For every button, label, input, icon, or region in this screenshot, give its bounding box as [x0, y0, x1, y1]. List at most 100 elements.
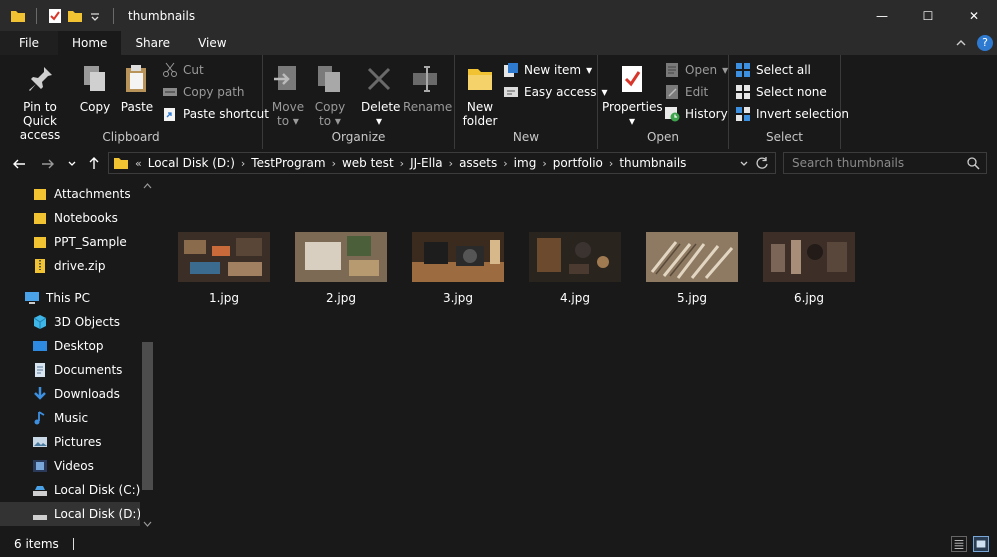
search-icon[interactable] — [966, 156, 980, 170]
breadcrumb-separator[interactable]: › — [332, 157, 336, 170]
file-item-1[interactable]: 1.jpg — [178, 232, 270, 305]
breadcrumb-separator[interactable]: › — [503, 157, 507, 170]
cut-button[interactable]: Cut — [162, 60, 204, 80]
breadcrumb-separator[interactable]: › — [400, 157, 404, 170]
breadcrumb-assets[interactable]: assets — [459, 156, 497, 170]
title-bar: thumbnails — ☐ ✕ — [0, 0, 997, 31]
easy-access-button[interactable]: Easy access ▾ — [503, 82, 608, 102]
new-folder-button[interactable]: New folder — [461, 63, 499, 128]
sidebar-item-documents[interactable]: Documents — [32, 358, 122, 382]
copy-label: Copy — [79, 100, 111, 114]
scroll-up-arrow-icon[interactable] — [143, 182, 152, 190]
details-view-icon[interactable] — [951, 536, 967, 552]
breadcrumb-jj-ella[interactable]: JJ-Ella — [410, 156, 443, 170]
new-folder-icon[interactable] — [67, 8, 83, 24]
recent-locations-chevron-icon[interactable] — [67, 159, 77, 169]
rename-button[interactable]: Rename — [403, 63, 452, 114]
drive-icon — [33, 486, 47, 496]
new-item-dropdown-icon: ▾ — [586, 63, 593, 77]
file-item-4[interactable]: 4.jpg — [529, 232, 621, 305]
collapse-ribbon-icon[interactable] — [955, 37, 967, 49]
sidebar-item-label: Attachments — [54, 187, 131, 201]
breadcrumb-thumbnails[interactable]: thumbnails — [619, 156, 686, 170]
file-item-2[interactable]: 2.jpg — [295, 232, 387, 305]
documents-icon — [35, 363, 45, 377]
properties-icon[interactable] — [47, 8, 63, 24]
paste-shortcut-button[interactable]: Paste shortcut — [162, 104, 269, 124]
large-icons-view-icon[interactable] — [973, 536, 989, 552]
breadcrumb-overflow[interactable]: « — [135, 157, 142, 170]
navigation-pane[interactable]: Attachments Notebooks PPT_Sample drive.z… — [0, 180, 156, 530]
tab-home[interactable]: Home — [58, 31, 122, 55]
forward-arrow-icon[interactable] — [41, 157, 55, 171]
up-arrow-icon[interactable] — [87, 156, 101, 170]
new-item-button[interactable]: New item ▾ — [503, 60, 592, 80]
history-icon — [665, 107, 680, 122]
sidebar-item-pictures[interactable]: Pictures — [32, 430, 102, 454]
move-to-button[interactable]: Move to ▾ — [271, 63, 305, 128]
delete-button[interactable]: Delete ▾ — [361, 63, 400, 128]
sidebar-item-drive-zip[interactable]: drive.zip — [32, 254, 105, 278]
sidebar-item-attachments[interactable]: Attachments — [32, 182, 131, 206]
sidebar-item-local-disk-d[interactable]: Local Disk (D:) — [0, 502, 141, 526]
paste-button[interactable]: Paste — [118, 63, 156, 114]
chevron-down-icon[interactable] — [87, 8, 103, 24]
breadcrumb-portfolio[interactable]: portfolio — [553, 156, 603, 170]
minimize-button[interactable]: — — [859, 0, 905, 31]
tab-view[interactable]: View — [184, 31, 240, 55]
address-bar[interactable]: « Local Disk (D:) › TestProgram › web te… — [108, 152, 776, 174]
folder-icon — [34, 189, 46, 200]
close-button[interactable]: ✕ — [951, 0, 997, 31]
help-button[interactable]: ? — [977, 35, 993, 51]
breadcrumb-local-disk[interactable]: Local Disk (D:) — [148, 156, 235, 170]
sidebar-item-desktop[interactable]: Desktop — [32, 334, 104, 358]
sidebar-scrollbar-thumb[interactable] — [142, 342, 153, 490]
breadcrumb-web-test[interactable]: web test — [342, 156, 394, 170]
properties-button[interactable]: Properties ▾ — [602, 63, 663, 128]
sidebar-item-label: Documents — [54, 363, 123, 377]
drive-icon — [33, 515, 47, 520]
window-controls: — ☐ ✕ — [859, 0, 997, 31]
file-name: 3.jpg — [442, 291, 474, 305]
music-icon — [34, 411, 45, 425]
select-all-button[interactable]: Select all — [735, 60, 811, 80]
history-label: History — [685, 107, 728, 121]
scroll-down-arrow-icon[interactable] — [143, 520, 152, 528]
copy-path-button[interactable]: Copy path — [162, 82, 245, 102]
file-item-5[interactable]: 5.jpg — [646, 232, 738, 305]
file-item-3[interactable]: 3.jpg — [412, 232, 504, 305]
breadcrumb-separator[interactable]: › — [449, 157, 453, 170]
sidebar-item-3d-objects[interactable]: 3D Objects — [32, 310, 120, 334]
sidebar-item-local-disk-c[interactable]: Local Disk (C:) — [32, 478, 140, 502]
sidebar-item-this-pc[interactable]: This PC — [24, 286, 90, 310]
tab-file[interactable]: File — [0, 31, 58, 55]
sidebar-item-notebooks[interactable]: Notebooks — [32, 206, 118, 230]
sidebar-item-videos[interactable]: Videos — [32, 454, 94, 478]
back-arrow-icon[interactable] — [12, 157, 26, 171]
sidebar-item-music[interactable]: Music — [32, 406, 88, 430]
maximize-button[interactable]: ☐ — [905, 0, 951, 31]
copy-to-button[interactable]: Copy to ▾ — [313, 63, 347, 128]
thumbnail-image — [529, 232, 621, 282]
select-none-label: Select none — [756, 85, 827, 99]
search-input[interactable]: Search thumbnails — [783, 152, 987, 174]
sidebar-item-ppt-sample[interactable]: PPT_Sample — [32, 230, 127, 254]
breadcrumb-testprogram[interactable]: TestProgram — [251, 156, 325, 170]
breadcrumb-separator[interactable]: › — [609, 157, 613, 170]
open-button[interactable]: Open ▾ — [664, 60, 728, 80]
breadcrumb-separator[interactable]: › — [542, 157, 546, 170]
address-history-chevron-icon[interactable] — [739, 159, 749, 169]
refresh-icon[interactable] — [755, 156, 769, 170]
breadcrumb-img[interactable]: img — [514, 156, 537, 170]
history-button[interactable]: History — [664, 104, 728, 124]
sidebar-item-label: Local Disk (C:) — [54, 483, 141, 497]
file-list[interactable]: 1.jpg 2.jpg 3.jpg 4.jpg 5.jpg 6.jpg — [158, 180, 997, 530]
copy-button[interactable]: Copy — [78, 63, 112, 114]
breadcrumb-separator[interactable]: › — [241, 157, 245, 170]
tab-share[interactable]: Share — [121, 31, 184, 55]
edit-button[interactable]: Edit — [664, 82, 708, 102]
sidebar-item-downloads[interactable]: Downloads — [32, 382, 120, 406]
select-none-button[interactable]: Select none — [735, 82, 827, 102]
invert-selection-button[interactable]: Invert selection — [735, 104, 849, 124]
file-item-6[interactable]: 6.jpg — [763, 232, 855, 305]
